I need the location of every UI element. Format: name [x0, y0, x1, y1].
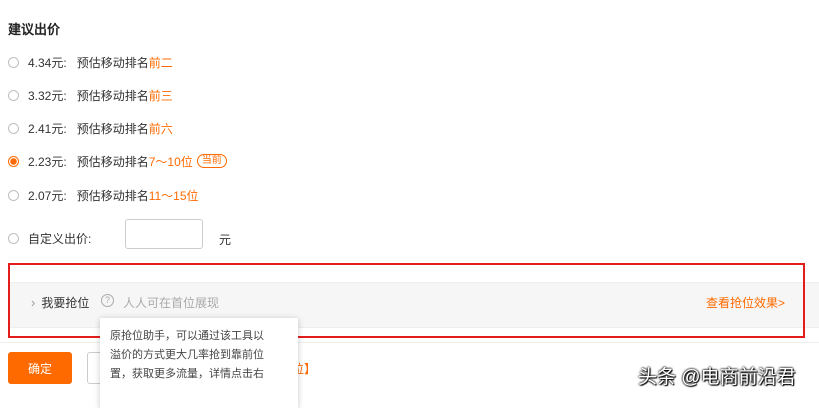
bid-rank: 11～15位 [148, 188, 199, 203]
custom-bid-unit: 元 [219, 233, 232, 247]
current-badge: 当前 [196, 154, 227, 168]
bid-rank: 前二 [148, 55, 173, 70]
custom-bid-label: 自定义出价: [28, 231, 92, 246]
bid-rank: 前六 [148, 121, 173, 136]
radio-button[interactable] [8, 232, 19, 244]
bid-option-2[interactable]: 3.32元: 预估移动排名 前三 [8, 87, 173, 103]
bid-rank-desc: 预估移动排名 [76, 55, 149, 70]
bid-price: 2.07元: [28, 188, 67, 203]
bid-rank: 前三 [148, 88, 173, 103]
bid-price: 4.34元: [28, 55, 67, 70]
bid-rank-desc: 预估移动排名 [76, 154, 149, 169]
bid-option-1[interactable]: 4.34元: 预估移动排名 前二 [8, 54, 173, 70]
radio-button[interactable] [8, 189, 19, 201]
bid-price: 3.32元: [28, 88, 67, 103]
confirm-button[interactable]: 确定 [8, 352, 72, 384]
radio-button[interactable] [8, 56, 19, 68]
tooltip-line: 溢价的方式更大几率抢到靠前位 [110, 349, 264, 361]
bid-rank-desc: 预估移动排名 [76, 88, 149, 103]
custom-bid-input[interactable] [125, 219, 203, 249]
custom-bid-option[interactable]: 自定义出价: [8, 230, 91, 246]
radio-button[interactable] [8, 122, 19, 134]
radio-button-checked[interactable] [8, 155, 19, 167]
bid-rank: 7～10位 [148, 154, 193, 169]
bid-price: 2.23元: [28, 154, 67, 169]
bid-price: 2.41元: [28, 121, 67, 136]
bid-option-4[interactable]: 2.23元: 预估移动排名 7～10位 当前 [8, 153, 227, 169]
bid-option-3[interactable]: 2.41元: 预估移动排名 前六 [8, 120, 173, 136]
section-title: 建议出价 [8, 22, 61, 37]
watermark: 头条 @电商前沿君 [638, 367, 796, 388]
bid-rank-desc: 预估移动排名 [76, 121, 149, 136]
help-tooltip: 原抢位助手，可以通过该工具以 溢价的方式更大几率抢到靠前位 置，获取更多流量，详… [100, 318, 298, 408]
bid-rank-desc: 预估移动排名 [76, 188, 149, 203]
radio-button[interactable] [8, 89, 19, 101]
tooltip-line: 置，获取更多流量，详情点击右 [110, 368, 264, 380]
tooltip-line: 原抢位助手，可以通过该工具以 [110, 330, 264, 342]
bid-option-5[interactable]: 2.07元: 预估移动排名 11～15位 [8, 187, 199, 203]
